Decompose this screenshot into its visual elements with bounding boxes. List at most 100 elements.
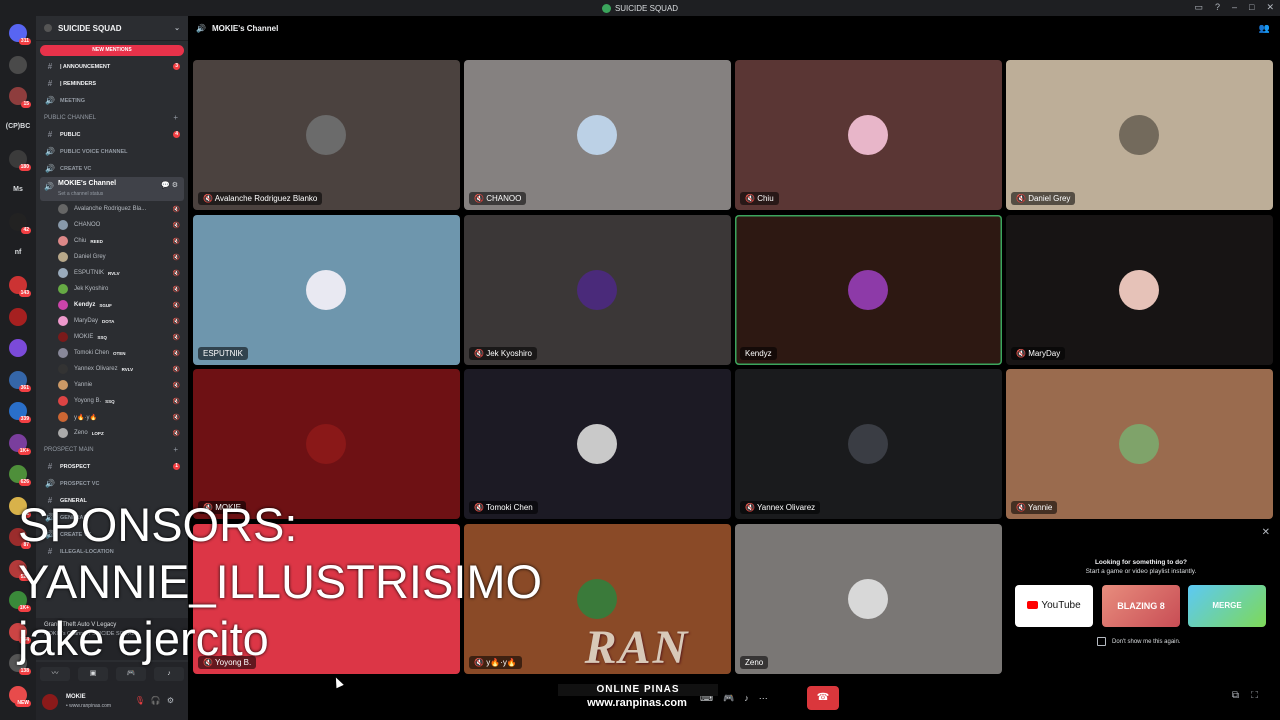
channel-item[interactable]: # | REMINDERS: [36, 75, 188, 92]
activity-icon[interactable]: 🎮: [116, 667, 146, 681]
server-icon[interactable]: [9, 339, 27, 357]
server-icon[interactable]: [9, 307, 27, 326]
channel-name: MEETING: [60, 97, 86, 104]
headphones-icon[interactable]: 🎧: [151, 696, 167, 705]
channel-item[interactable]: 🔊 PROSPECT VC: [36, 475, 188, 492]
disconnect-button[interactable]: ☎: [807, 686, 839, 710]
soundboard-icon[interactable]: ♪: [744, 693, 749, 703]
chevron-down-icon: ⌄: [174, 25, 180, 32]
avatar[interactable]: [42, 694, 58, 710]
server-icon[interactable]: [9, 55, 27, 74]
card-label: BLAZING 8: [1117, 601, 1165, 611]
mention-badge: 361: [18, 384, 31, 392]
new-mentions-pill[interactable]: NEW MENTIONS: [40, 45, 184, 56]
guild-name: SUICIDE SQUAD: [58, 23, 122, 33]
close-icon[interactable]: ✕: [1262, 527, 1270, 538]
checkbox[interactable]: [1097, 637, 1106, 646]
soundboard-icon[interactable]: ♪: [154, 667, 184, 681]
server-icon[interactable]: 626: [9, 465, 31, 486]
server-icon[interactable]: 180: [9, 150, 31, 171]
voice-user-name: Kendyz: [74, 302, 96, 308]
channel-actions[interactable]: 💬⚙: [161, 181, 180, 189]
participant-name: Daniel Grey: [1028, 194, 1071, 203]
screen-share-icon[interactable]: ▣: [78, 667, 108, 681]
help-icon[interactable]: ?: [1215, 2, 1220, 13]
voice-user[interactable]: Yannie 🔇: [36, 377, 188, 393]
participant-tile[interactable]: 🔇 CHANOO: [464, 60, 731, 210]
gear-icon[interactable]: ⚙: [167, 696, 180, 705]
server-icon[interactable]: 1K+: [9, 433, 31, 455]
participant-tile[interactable]: ESPUTNIK: [193, 214, 460, 365]
server-icon[interactable]: 339: [9, 402, 31, 423]
muted-icon: 🔇: [1016, 348, 1029, 358]
voice-user[interactable]: ESPUTNIK RVLV 🔇: [36, 265, 188, 281]
people-icon[interactable]: 👥: [1259, 23, 1270, 34]
dont-show-checkbox[interactable]: Don't show me this again.: [1097, 637, 1181, 646]
youtube-card[interactable]: YouTube: [1015, 585, 1093, 627]
category-public[interactable]: PUBLIC CHANNEL +: [36, 109, 188, 126]
server-icon[interactable]: 361: [9, 370, 31, 392]
voice-user[interactable]: MaryDay DOTA 🔇: [36, 313, 188, 329]
close-window-button[interactable]: ✕: [1266, 2, 1274, 13]
noise-suppression-icon[interactable]: 〰: [40, 667, 70, 681]
participant-tile[interactable]: 🔇 Chiu: [735, 60, 1002, 210]
participant-tile[interactable]: 🔇 Avalanche Rodriguez Blanko: [193, 60, 460, 210]
mute-mic-icon[interactable]: 🎙: [135, 696, 151, 705]
channel-status[interactable]: Set a channel status: [58, 191, 103, 197]
channel-item[interactable]: # | ANNOUNCEMENT 3: [36, 58, 188, 75]
add-channel-icon[interactable]: +: [173, 113, 178, 122]
participant-tile[interactable]: 🔇 Jek Kyoshiro: [464, 214, 731, 365]
current-voice-channel[interactable]: 🔊 MOKIE's Channel Set a channel status 💬…: [40, 177, 184, 201]
server-icon[interactable]: 311: [9, 24, 31, 45]
voice-user[interactable]: MOKIE SSQ 🔇: [36, 329, 188, 345]
blazing8-card[interactable]: BLAZING 8: [1102, 585, 1180, 627]
minimize-button[interactable]: –: [1232, 2, 1237, 13]
voice-user[interactable]: CHANOO 🔇: [36, 217, 188, 233]
muted-icon: 🔇: [172, 238, 180, 245]
server-icon[interactable]: 15: [9, 87, 31, 108]
fullscreen-icon[interactable]: ⛶: [1251, 690, 1270, 701]
voice-user[interactable]: y🔥·y🔥 🔇: [36, 409, 188, 425]
participant-tile[interactable]: 🔇 Daniel Grey: [1006, 60, 1273, 210]
server-label[interactable]: nf: [4, 249, 32, 256]
merge-card[interactable]: MERGE: [1188, 585, 1266, 627]
voice-user[interactable]: Kendyz SGUF 🔇: [36, 297, 188, 313]
voice-user[interactable]: Daniel Grey 🔇: [36, 249, 188, 265]
category-prospect[interactable]: PROSPECT MAIN +: [36, 441, 188, 458]
participant-tile[interactable]: 🔇 Yannie: [1006, 369, 1273, 519]
participant-tile[interactable]: Kendyz: [735, 214, 1002, 365]
participant-tile[interactable]: 🔇 MaryDay: [1006, 214, 1273, 365]
server-icon[interactable]: 143: [9, 276, 31, 297]
muted-icon: 🔇: [203, 194, 215, 203]
voice-user-name: Avalanche Rodriguez Bla...: [74, 206, 147, 212]
voice-user[interactable]: Yannex Olivarez RVLV 🔇: [36, 361, 188, 377]
server-label[interactable]: (CP)BC: [4, 123, 32, 130]
maximize-button[interactable]: □: [1249, 2, 1254, 13]
voice-user[interactable]: Zeno LOPZ 🔇: [36, 425, 188, 441]
channel-item[interactable]: 🔊 CREATE VC: [36, 160, 188, 177]
overlay-line-1: SPONSORS:: [18, 498, 298, 551]
voice-user[interactable]: Yoyong B. SSQ 🔇: [36, 393, 188, 409]
channel-item[interactable]: 🔊 PUBLIC VOICE CHANNEL: [36, 143, 188, 160]
server-icon[interactable]: 42: [9, 213, 31, 234]
voice-user[interactable]: Jek Kyoshiro 🔇: [36, 281, 188, 297]
popout-icon[interactable]: ⧉: [1232, 690, 1251, 701]
participant-tile[interactable]: Zeno: [735, 523, 1002, 674]
voice-user[interactable]: Avalanche Rodriguez Bla... 🔇: [36, 201, 188, 217]
participant-tile[interactable]: 🔇 Yannex Olivarez: [735, 369, 1002, 519]
participant-name: Zeno: [745, 657, 764, 667]
channel-item[interactable]: 🔊 MEETING: [36, 92, 188, 109]
server-icon[interactable]: NEW: [9, 685, 31, 707]
channel-item[interactable]: # PROSPECT 1: [36, 458, 188, 475]
avatar: [306, 269, 346, 310]
add-channel-icon[interactable]: +: [173, 445, 178, 454]
inbox-icon[interactable]: ▭: [1194, 2, 1203, 13]
voice-user-name: Jek Kyoshiro: [74, 286, 109, 292]
server-label[interactable]: Ms: [4, 186, 32, 193]
voice-user[interactable]: Tomoki Chen OTEN 🔇: [36, 345, 188, 361]
participant-label: 🔇 Daniel Grey: [1011, 192, 1076, 205]
guild-header[interactable]: SUICIDE SQUAD ⌄: [36, 16, 188, 41]
channel-item[interactable]: # PUBLIC 4: [36, 126, 188, 143]
voice-user[interactable]: Chiu REED 🔇: [36, 233, 188, 249]
more-icon[interactable]: ⋯: [759, 693, 768, 704]
